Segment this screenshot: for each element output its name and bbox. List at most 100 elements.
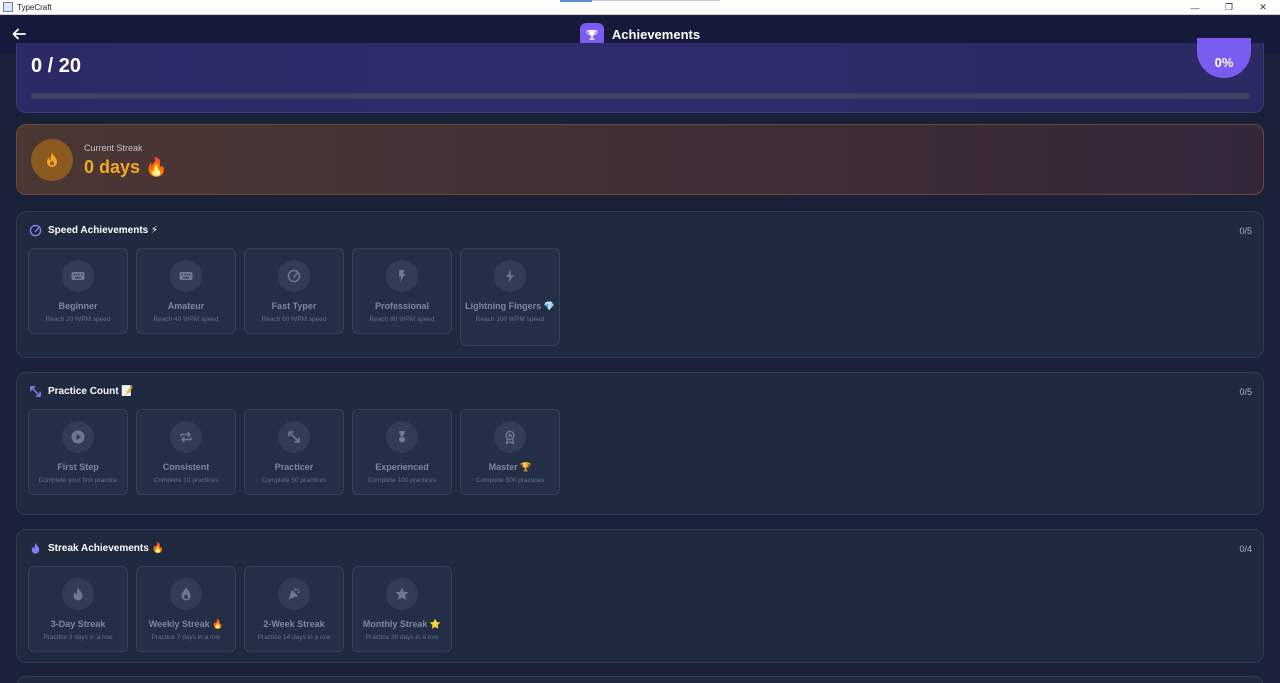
bolt-icon <box>506 269 514 283</box>
main-content: 0 / 20 0% Current Streak 0 days 🔥 Speed … <box>0 38 1280 683</box>
badge-master[interactable]: Master 🏆 Complete 500 practices <box>460 409 560 495</box>
badge-desc: Complete 500 practices <box>475 477 545 484</box>
window-title: TypeCraft <box>17 2 52 12</box>
badge-list: First Step Complete your first practice … <box>28 409 560 495</box>
section-count: 0/4 <box>1239 544 1252 554</box>
progress-bar <box>31 93 1251 99</box>
badge-desc: Practice 3 days in a row <box>43 634 113 641</box>
streak-value: 0 days 🔥 <box>84 157 168 177</box>
badge-icon-wrap <box>62 421 94 453</box>
app-icon <box>3 2 13 12</box>
practice-count-section: Practice Count 📝 0/5 First Step Complete… <box>16 372 1264 515</box>
badge-icon-wrap <box>170 578 202 610</box>
badge-desc: Practice 7 days in a row <box>151 634 221 641</box>
badge-amateur[interactable]: Amateur Reach 40 WPM speed <box>136 248 236 334</box>
badge-icon-wrap <box>278 578 310 610</box>
window-controls: — ❐ ✕ <box>1178 0 1280 15</box>
medal-icon <box>399 431 405 443</box>
badge-desc: Reach 60 WPM speed <box>261 316 327 323</box>
section-header: Streak Achievements 🔥 <box>29 542 164 555</box>
badge-name: Lightning Fingers 💎 <box>465 301 555 311</box>
badge-icon-wrap <box>386 421 418 453</box>
close-button[interactable]: ✕ <box>1246 0 1280 15</box>
play-icon <box>71 430 85 444</box>
badge-desc: Complete 100 practices <box>367 477 437 484</box>
badge-name: 3-Day Streak <box>50 619 106 629</box>
overall-progress-card: 0 / 20 0% <box>16 38 1264 113</box>
section-count: 0/5 <box>1239 387 1252 397</box>
badge-consistent[interactable]: Consistent Complete 10 practices <box>136 409 236 495</box>
expand-arrows-icon <box>30 386 41 397</box>
badge-experienced[interactable]: Experienced Complete 100 practices <box>352 409 452 495</box>
badge-icon-wrap <box>278 260 310 292</box>
achievement-count: 0 / 20 <box>31 55 82 77</box>
flame-icon <box>31 542 40 554</box>
badge-icon-wrap <box>62 260 94 292</box>
badge-icon-wrap <box>386 260 418 292</box>
badge-desc: Complete 10 practices <box>153 477 219 484</box>
badge-fast-typer[interactable]: Fast Typer Reach 60 WPM speed <box>244 248 344 334</box>
window-titlebar: TypeCraft — ❐ ✕ <box>0 0 1280 15</box>
streak-achievements-section: Streak Achievements 🔥 0/4 3-Day Streak P… <box>16 529 1264 663</box>
badge-lightning-fingers[interactable]: Lightning Fingers 💎 Reach 100 WPM speed <box>460 248 560 346</box>
titlebar-indicator <box>560 0 592 2</box>
arrow-left-icon <box>12 28 26 40</box>
badge-desc: Reach 100 WPM speed <box>475 316 545 323</box>
badge-practicer[interactable]: Practicer Complete 50 practices <box>244 409 344 495</box>
current-streak-card: Current Streak 0 days 🔥 <box>16 124 1264 195</box>
badge-name: Beginner <box>58 301 98 311</box>
badge-desc: Reach 80 WPM speed <box>369 316 435 323</box>
badge-2-week-streak[interactable]: 2-Week Streak Practice 14 days in a row <box>244 566 344 652</box>
back-button[interactable] <box>9 24 29 44</box>
badge-icon-wrap <box>386 578 418 610</box>
badge-first-step[interactable]: First Step Complete your first practice <box>28 409 128 495</box>
badge-weekly-streak[interactable]: Weekly Streak 🔥 Practice 7 days in a row <box>136 566 236 652</box>
badge-desc: Practice 30 days in a row <box>365 634 439 641</box>
streak-label: Current Streak <box>84 143 143 153</box>
badge-list: 3-Day Streak Practice 3 days in a row We… <box>28 566 452 652</box>
speedometer-icon <box>29 224 42 237</box>
next-section-edge <box>16 676 1264 683</box>
badge-name: Fast Typer <box>271 301 317 311</box>
repeat-icon <box>180 431 192 443</box>
star-icon <box>395 587 409 600</box>
trophy-icon <box>586 29 598 40</box>
badge-icon-wrap <box>278 421 310 453</box>
badge-desc: Reach 20 WPM speed <box>45 316 111 323</box>
section-title: Speed Achievements ⚡ <box>48 225 159 236</box>
badge-icon-wrap <box>494 421 526 453</box>
badge-professional[interactable]: Professional Reach 80 WPM speed <box>352 248 452 334</box>
badge-name: Practicer <box>274 462 314 472</box>
badge-name: Consistent <box>162 462 210 472</box>
badge-monthly-streak[interactable]: Monthly Streak ⭐ Practice 30 days in a r… <box>352 566 452 652</box>
minimize-button[interactable]: — <box>1178 0 1212 15</box>
badge-3-day-streak[interactable]: 3-Day Streak Practice 3 days in a row <box>28 566 128 652</box>
badge-list: Beginner Reach 20 WPM speed Amateur Reac… <box>28 248 560 346</box>
section-header: Speed Achievements ⚡ <box>29 224 158 237</box>
restore-button[interactable]: ❐ <box>1212 0 1246 15</box>
badge-desc: Reach 40 WPM speed <box>153 316 219 323</box>
percent-badge: 0% <box>1197 38 1251 78</box>
section-count: 0/5 <box>1239 226 1252 236</box>
badge-icon-wrap <box>494 260 526 292</box>
fire-icon <box>181 587 191 601</box>
section-title: Streak Achievements 🔥 <box>48 543 165 554</box>
badge-name: 2-Week Streak <box>263 619 325 629</box>
titlebar-indicator-line <box>592 0 720 1</box>
badge-name: Master 🏆 <box>488 462 532 472</box>
keyboard-icon <box>179 272 193 280</box>
badge-desc: Complete 50 practices <box>261 477 327 484</box>
award-icon <box>505 430 515 445</box>
badge-name: Weekly Streak 🔥 <box>148 619 224 629</box>
badge-name: First Step <box>57 462 99 472</box>
badge-desc: Practice 14 days in a row <box>257 634 331 641</box>
badge-icon-wrap <box>170 260 202 292</box>
badge-beginner[interactable]: Beginner Reach 20 WPM speed <box>28 248 128 334</box>
badge-name: Experienced <box>375 462 429 472</box>
flame-icon <box>47 152 57 167</box>
page-title: Achievements <box>611 27 701 42</box>
flame-icon <box>73 587 83 601</box>
badge-icon-wrap <box>170 421 202 453</box>
speed-achievements-section: Speed Achievements ⚡ 0/5 Beginner Reach … <box>16 211 1264 358</box>
section-header: Practice Count 📝 <box>29 385 134 398</box>
